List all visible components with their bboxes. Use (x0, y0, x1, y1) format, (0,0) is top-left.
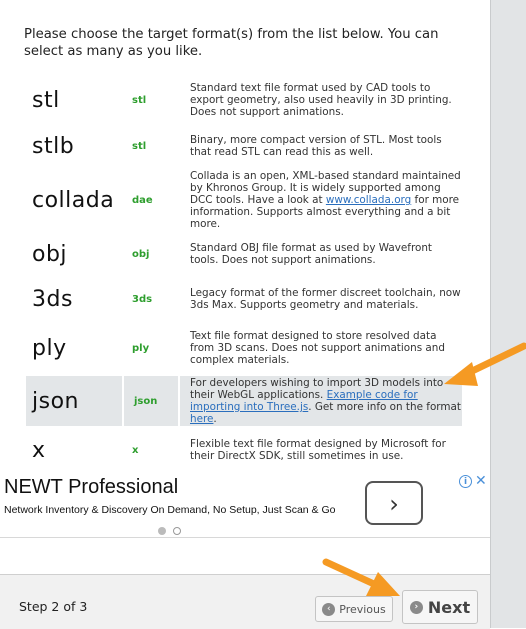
format-ext: stl (132, 140, 147, 152)
annotation-arrow-icon (322, 558, 400, 596)
format-name: x (32, 437, 46, 463)
format-row-json[interactable]: json json For developers wishing to impo… (26, 376, 462, 426)
format-desc: Collada is an open, XML-based standard m… (190, 170, 461, 230)
next-button[interactable]: › Next (402, 590, 478, 624)
format-row-x[interactable]: x x Flexible text file format designed b… (26, 428, 462, 472)
format-desc: For developers wishing to import 3D mode… (180, 376, 462, 426)
scrollbar-track[interactable] (490, 0, 526, 628)
ad-info-icon[interactable]: i (459, 475, 472, 488)
ad-banner[interactable]: NEWT Professional Network Inventory & Di… (0, 472, 490, 538)
wizard-footer: Step 2 of 3 ‹ Previous › Next (0, 574, 490, 629)
format-desc: Legacy format of the former discreet too… (190, 287, 461, 311)
chevron-left-icon: ‹ (322, 602, 336, 616)
carousel-dot[interactable] (173, 527, 181, 535)
format-desc: Standard text file format used by CAD to… (190, 82, 452, 118)
format-ext: obj (132, 248, 150, 260)
format-ext: 3ds (132, 293, 153, 305)
ad-subtitle[interactable]: Network Inventory & Discovery On Demand,… (4, 504, 335, 516)
format-name: 3ds (32, 286, 73, 312)
format-ext: ply (132, 342, 150, 354)
format-desc: Flexible text file format designed by Mi… (190, 438, 446, 462)
chevron-right-icon: › (409, 600, 423, 614)
format-row-stl[interactable]: stl stl Standard text file format used b… (26, 78, 462, 122)
format-name: collada (32, 187, 115, 213)
format-ext: dae (132, 194, 153, 206)
carousel-dot-active[interactable] (158, 527, 166, 535)
annotation-arrow-icon (444, 342, 526, 386)
ad-next-button[interactable]: › (365, 481, 423, 525)
format-row-ply[interactable]: ply ply Text file format designed to sto… (26, 322, 462, 374)
format-name: json (26, 376, 122, 426)
format-row-3ds[interactable]: 3ds 3ds Legacy format of the former disc… (26, 278, 462, 320)
intro-text: Please choose the target format(s) from … (24, 27, 439, 59)
format-desc: Text file format designed to store resol… (190, 330, 445, 366)
format-name: stl (32, 87, 60, 113)
collada-link[interactable]: www.collada.org (326, 194, 411, 206)
format-row-obj[interactable]: obj obj Standard OBJ file format as used… (26, 232, 462, 276)
divider (0, 537, 490, 538)
format-ext: json (122, 376, 180, 426)
previous-label: Previous (339, 602, 386, 616)
format-name: stlb (32, 133, 75, 159)
format-ext: x (132, 444, 139, 456)
format-name: obj (32, 241, 68, 267)
json-format-info-link[interactable]: here (190, 413, 213, 425)
ad-close-icon[interactable]: ✕ (475, 473, 487, 489)
step-indicator: Step 2 of 3 (19, 599, 88, 614)
format-desc: Binary, more compact version of STL. Mos… (190, 134, 442, 158)
ad-title[interactable]: NEWT Professional (4, 476, 178, 499)
next-label: Next (427, 597, 471, 617)
format-desc: Standard OBJ file format as used by Wave… (190, 242, 433, 266)
format-list: stl stl Standard text file format used b… (26, 76, 462, 474)
format-row-stlb[interactable]: stlb stl Binary, more compact version of… (26, 124, 462, 168)
format-ext: stl (132, 94, 147, 106)
format-name: ply (32, 335, 67, 361)
format-row-collada[interactable]: collada dae Collada is an open, XML-base… (26, 170, 462, 230)
